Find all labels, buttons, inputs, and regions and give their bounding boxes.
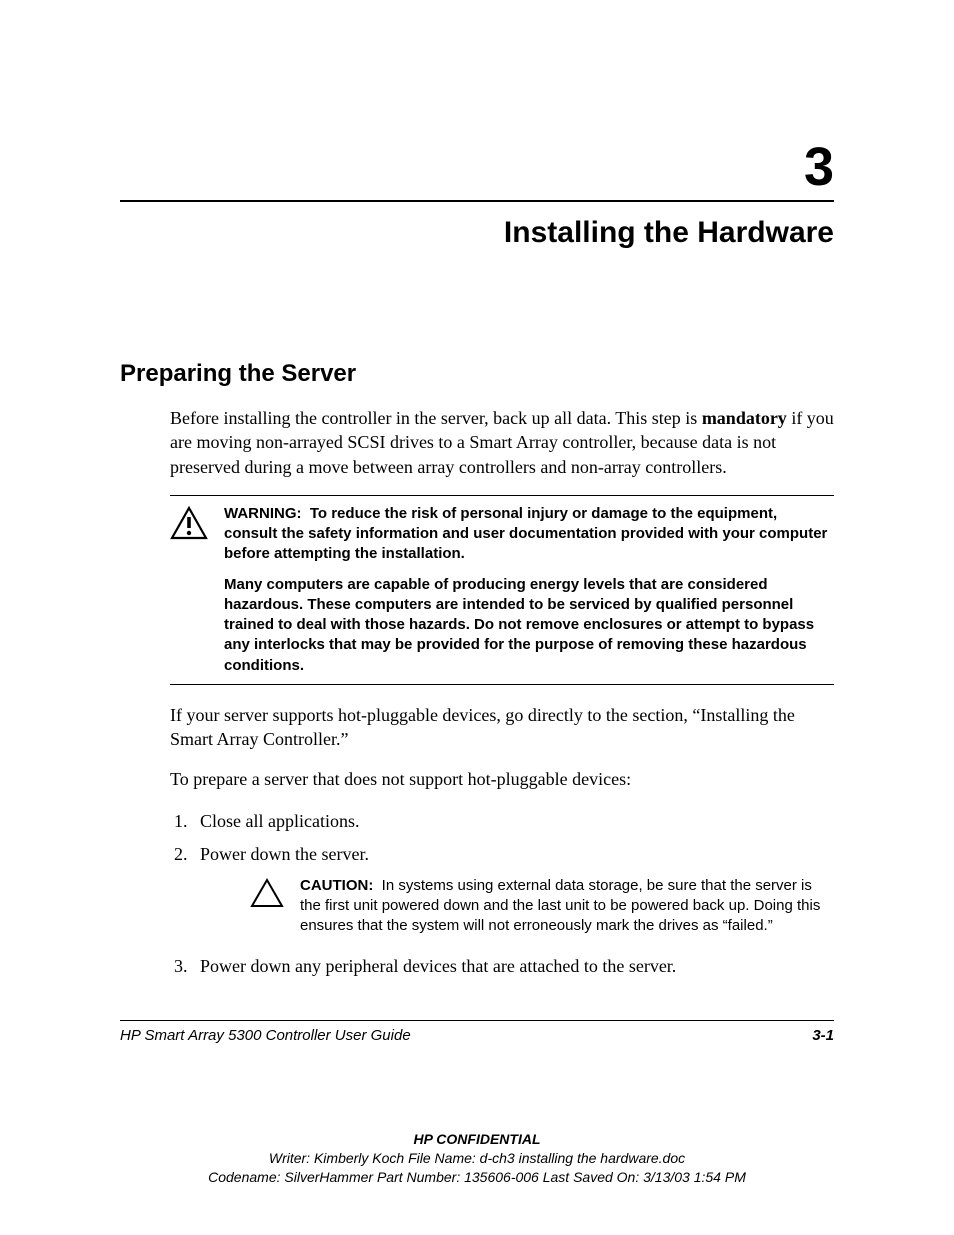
chapter-title: Installing the Hardware bbox=[120, 216, 834, 250]
caution-admonition: CAUTION: In systems using external data … bbox=[250, 876, 834, 937]
intro-paragraph: Before installing the controller in the … bbox=[170, 406, 834, 479]
footer-guide-title: HP Smart Array 5300 Controller User Guid… bbox=[120, 1027, 411, 1044]
footer-page-number: 3-1 bbox=[812, 1027, 834, 1044]
warning-admonition: WARNING: To reduce the risk of personal … bbox=[170, 495, 834, 685]
caution-text: In systems using external data storage, … bbox=[300, 877, 820, 935]
warning-icon bbox=[170, 504, 208, 676]
list-item: Power down the server. CAUTION: In syste… bbox=[192, 841, 834, 937]
warning-text-1: To reduce the risk of personal injury or… bbox=[224, 505, 827, 563]
warning-label: WARNING: bbox=[224, 505, 302, 522]
after-warning-paragraph: If your server supports hot-pluggable de… bbox=[170, 703, 834, 752]
caution-icon bbox=[250, 876, 284, 937]
confidential-label: HP CONFIDENTIAL bbox=[0, 1130, 954, 1149]
section-title: Preparing the Server bbox=[120, 360, 834, 388]
chapter-rule bbox=[120, 200, 834, 202]
step-list: Close all applications. Power down the s… bbox=[170, 808, 834, 980]
list-item: Close all applications. bbox=[192, 808, 834, 835]
list-item: Power down any peripheral devices that a… bbox=[192, 953, 834, 980]
warning-text-2: Many computers are capable of producing … bbox=[224, 575, 834, 676]
step-2-text: Power down the server. bbox=[200, 841, 834, 868]
meta-line-2: Writer: Kimberly Koch File Name: d-ch3 i… bbox=[0, 1149, 954, 1168]
intro-bold: mandatory bbox=[702, 408, 787, 428]
caution-label: CAUTION: bbox=[300, 877, 373, 894]
chapter-number: 3 bbox=[120, 140, 834, 194]
prep-lead: To prepare a server that does not suppor… bbox=[170, 767, 834, 791]
meta-line-3: Codename: SilverHammer Part Number: 1356… bbox=[0, 1168, 954, 1187]
footer-rule bbox=[120, 1020, 834, 1021]
bottom-metadata: HP CONFIDENTIAL Writer: Kimberly Koch Fi… bbox=[0, 1130, 954, 1187]
footer-line: HP Smart Array 5300 Controller User Guid… bbox=[120, 1027, 834, 1044]
intro-pre: Before installing the controller in the … bbox=[170, 408, 702, 428]
